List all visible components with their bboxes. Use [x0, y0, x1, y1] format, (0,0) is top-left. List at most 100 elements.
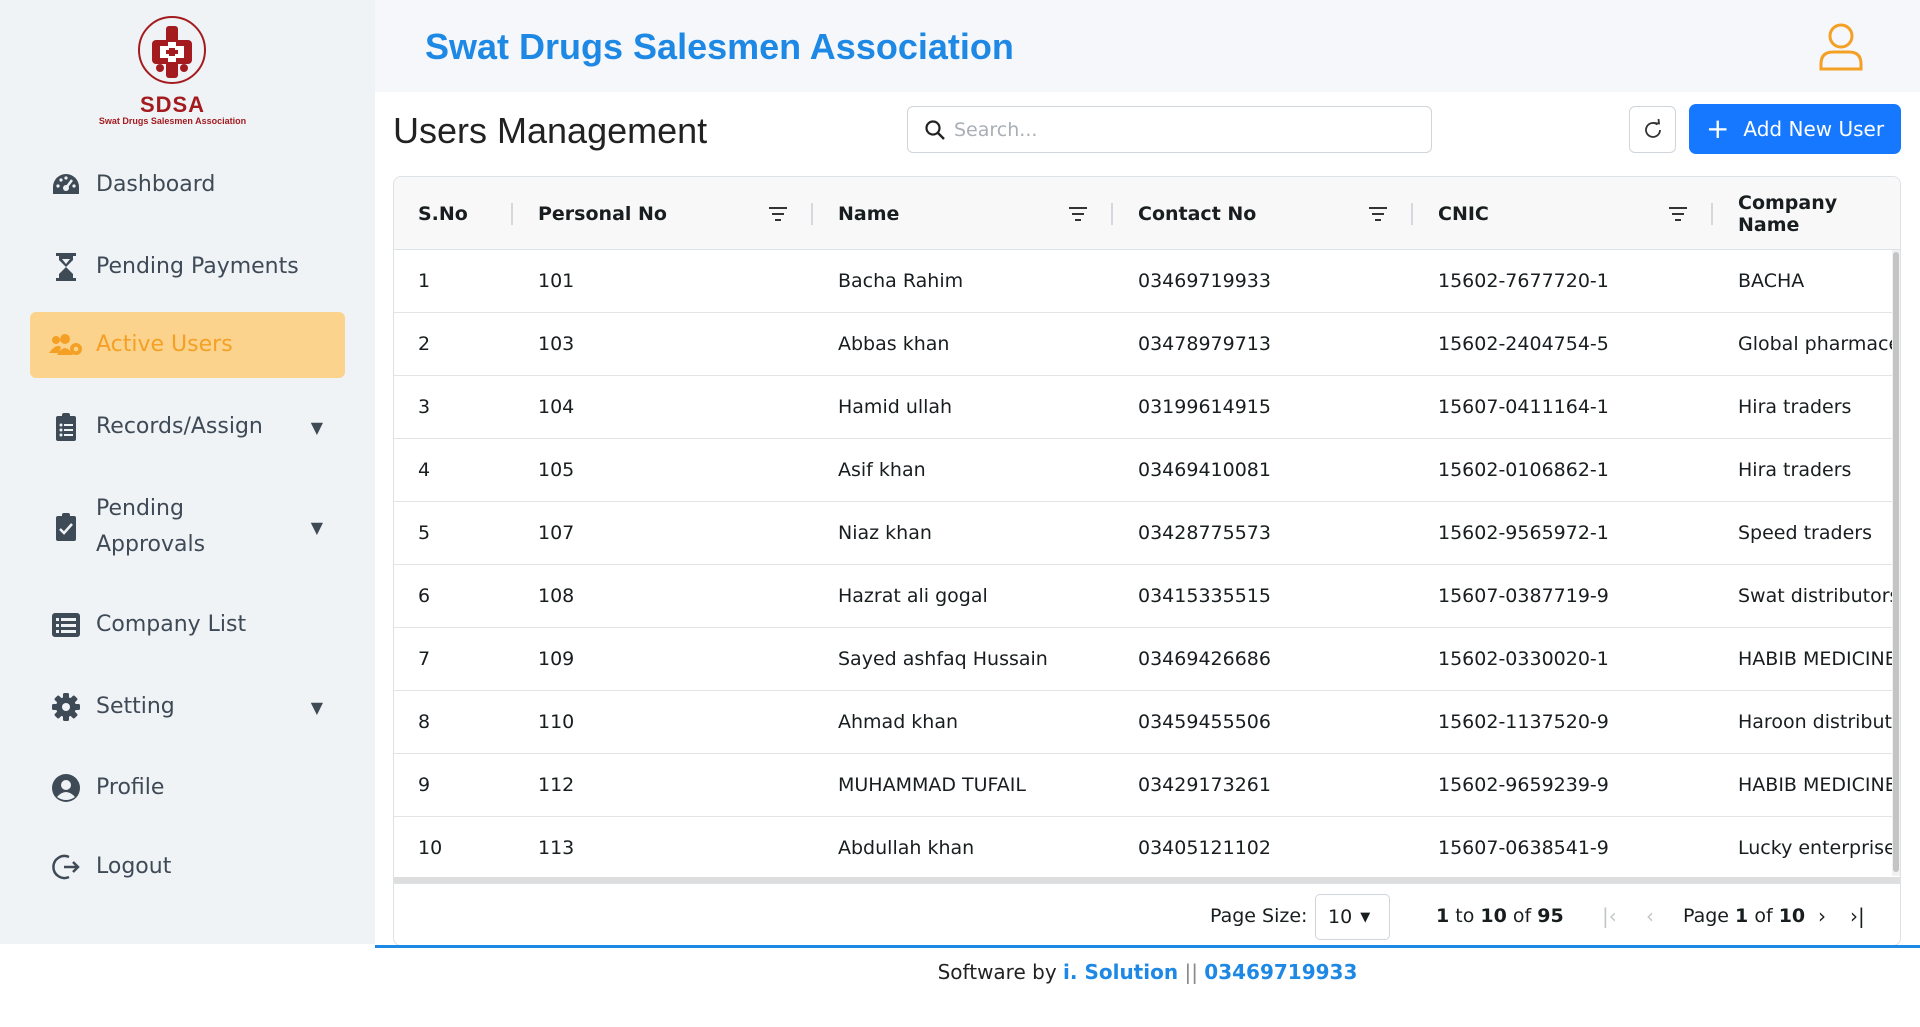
cell-cnic: 15607-0387719-9	[1438, 585, 1609, 607]
cell-contact-no: 03459455506	[1138, 711, 1271, 733]
vertical-scrollbar[interactable]	[1892, 250, 1900, 876]
search-icon	[925, 119, 945, 140]
users-gear-icon	[48, 329, 84, 361]
plus-icon: +	[1705, 112, 1730, 145]
cell-personal-no: 103	[538, 333, 575, 355]
cell-contact-no: 03469719933	[1138, 270, 1271, 292]
cell-personal-no: 112	[538, 774, 575, 796]
sidebar-item-company-list[interactable]: Company List	[30, 604, 345, 646]
footer: Software by i. Solution || 03469719933	[0, 960, 1920, 984]
sidebar: SDSA Swat Drugs Salesmen Association Das…	[0, 0, 375, 944]
search-input[interactable]	[954, 118, 1424, 141]
page-size-value: 10	[1328, 906, 1353, 928]
column-resize-handle[interactable]	[811, 203, 813, 225]
cell-contact-no: 03415335515	[1138, 585, 1271, 607]
cell-company-name: Global pharmaceuticals	[1738, 333, 1893, 355]
add-new-user-button[interactable]: + Add New User	[1689, 104, 1901, 154]
table-row[interactable]: 3 104 Hamid ullah 03199614915 15607-0411…	[394, 376, 1900, 439]
first-page-icon[interactable]: |‹	[1602, 904, 1617, 928]
cell-sno: 1	[418, 270, 431, 292]
cell-sno: 5	[418, 522, 431, 544]
range-from: 1	[1436, 905, 1450, 927]
filter-icon[interactable]	[767, 203, 789, 225]
cell-sno: 10	[418, 837, 443, 859]
chevron-down-icon: ▼	[310, 517, 323, 537]
cell-company-name: Speed traders	[1738, 522, 1872, 544]
gear-icon	[48, 691, 84, 723]
table-row[interactable]: 7 109 Sayed ashfaq Hussain 03469426686 1…	[394, 628, 1900, 691]
column-header-cnic[interactable]: CNIC	[1438, 177, 1489, 250]
sidebar-item-active-users[interactable]: Active Users	[30, 312, 345, 378]
column-resize-handle[interactable]	[1711, 203, 1713, 225]
table-row[interactable]: 10 113 Abdullah khan 03405121102 15607-0…	[394, 817, 1900, 880]
cell-name: MUHAMMAD TUFAIL	[838, 774, 1026, 796]
cell-personal-no: 113	[538, 837, 575, 859]
cell-personal-no: 108	[538, 585, 575, 607]
table-row[interactable]: 5 107 Niaz khan 03428775573 15602-956597…	[394, 502, 1900, 565]
cell-company-name: Lucky enterprise	[1738, 837, 1893, 859]
cell-name: Abbas khan	[838, 333, 950, 355]
page-total: 10	[1778, 905, 1806, 927]
sidebar-item-records-assign[interactable]: Records/Assign ▼	[30, 406, 345, 448]
cell-name: Sayed ashfaq Hussain	[838, 648, 1048, 670]
sidebar-item-profile[interactable]: Profile	[30, 767, 345, 809]
column-header-name[interactable]: Name	[838, 177, 899, 250]
refresh-button[interactable]	[1629, 106, 1676, 153]
table-row[interactable]: 2 103 Abbas khan 03478979713 15602-24047…	[394, 313, 1900, 376]
table-row[interactable]: 1 101 Bacha Rahim 03469719933 15602-7677…	[394, 250, 1900, 313]
sidebar-item-pending-approvals[interactable]: Pending Approvals ▼	[30, 490, 345, 564]
row-range-summary: 1 to 10 of 95	[1436, 905, 1564, 927]
pagination-bar: Page Size: 10 ▼ 1 to 10 of 95 |‹ ‹ Page …	[394, 883, 1900, 945]
filter-icon[interactable]	[1367, 203, 1389, 225]
cell-company-name: Haroon distributions	[1738, 711, 1893, 733]
column-header-personal-no[interactable]: Personal No	[538, 177, 667, 250]
sidebar-item-label: Dashboard	[96, 172, 216, 197]
cell-name: Niaz khan	[838, 522, 932, 544]
chevron-down-icon: ▼	[310, 697, 323, 717]
column-header-company-name[interactable]: Company Name	[1738, 177, 1900, 250]
range-to: 10	[1480, 905, 1507, 927]
page-indicator: Page 1 of 10	[1683, 905, 1805, 927]
sidebar-item-setting[interactable]: Setting ▼	[30, 686, 345, 728]
page-size-select[interactable]: 10 ▼	[1315, 894, 1390, 940]
chevron-down-icon: ▼	[310, 417, 323, 437]
last-page-icon[interactable]: ›|	[1850, 904, 1865, 928]
table-row[interactable]: 9 112 MUHAMMAD TUFAIL 03429173261 15602-…	[394, 754, 1900, 817]
table-row[interactable]: 4 105 Asif khan 03469410081 15602-010686…	[394, 439, 1900, 502]
column-resize-handle[interactable]	[511, 203, 513, 225]
column-resize-handle[interactable]	[1411, 203, 1413, 225]
page-size-label: Page Size:	[1210, 905, 1308, 927]
cell-cnic: 15602-0106862-1	[1438, 459, 1609, 481]
users-table: S.No Personal No Name Contact No CNIC Co…	[393, 176, 1901, 946]
column-header-sno[interactable]: S.No	[418, 177, 468, 250]
sidebar-item-pending-payments[interactable]: Pending Payments	[30, 246, 345, 288]
cell-contact-no: 03199614915	[1138, 396, 1271, 418]
user-account-icon[interactable]	[1818, 22, 1864, 72]
sidebar-item-logout[interactable]: Logout	[30, 846, 345, 888]
sidebar-item-dashboard[interactable]: Dashboard	[30, 164, 345, 206]
top-header: Swat Drugs Salesmen Association	[375, 0, 1920, 92]
cell-sno: 4	[418, 459, 431, 481]
filter-icon[interactable]	[1067, 203, 1089, 225]
cell-company-name: Hira traders	[1738, 396, 1852, 418]
filter-icon[interactable]	[1667, 203, 1689, 225]
cell-contact-no: 03469410081	[1138, 459, 1271, 481]
scrollbar-thumb[interactable]	[1893, 252, 1899, 872]
logo-emblem-icon	[138, 16, 206, 84]
page-of-word: of	[1754, 905, 1773, 927]
table-row[interactable]: 8 110 Ahmad khan 03459455506 15602-11375…	[394, 691, 1900, 754]
sidebar-item-label: Active Users	[96, 332, 233, 357]
sidebar-item-label-line1: Pending	[96, 496, 184, 521]
clipboard-list-icon	[48, 411, 84, 443]
footer-brand-link[interactable]: i. Solution	[1063, 960, 1178, 984]
sidebar-item-label: Records/Assign	[96, 414, 263, 439]
next-page-icon[interactable]: ›	[1818, 904, 1826, 928]
cell-personal-no: 104	[538, 396, 575, 418]
column-resize-handle[interactable]	[1111, 203, 1113, 225]
sidebar-item-label: Pending Payments	[96, 254, 299, 279]
cell-cnic: 15602-0330020-1	[1438, 648, 1609, 670]
table-row[interactable]: 6 108 Hazrat ali gogal 03415335515 15607…	[394, 565, 1900, 628]
column-header-contact-no[interactable]: Contact No	[1138, 177, 1256, 250]
previous-page-icon[interactable]: ‹	[1646, 904, 1654, 928]
sidebar-item-label: Profile	[96, 775, 165, 800]
